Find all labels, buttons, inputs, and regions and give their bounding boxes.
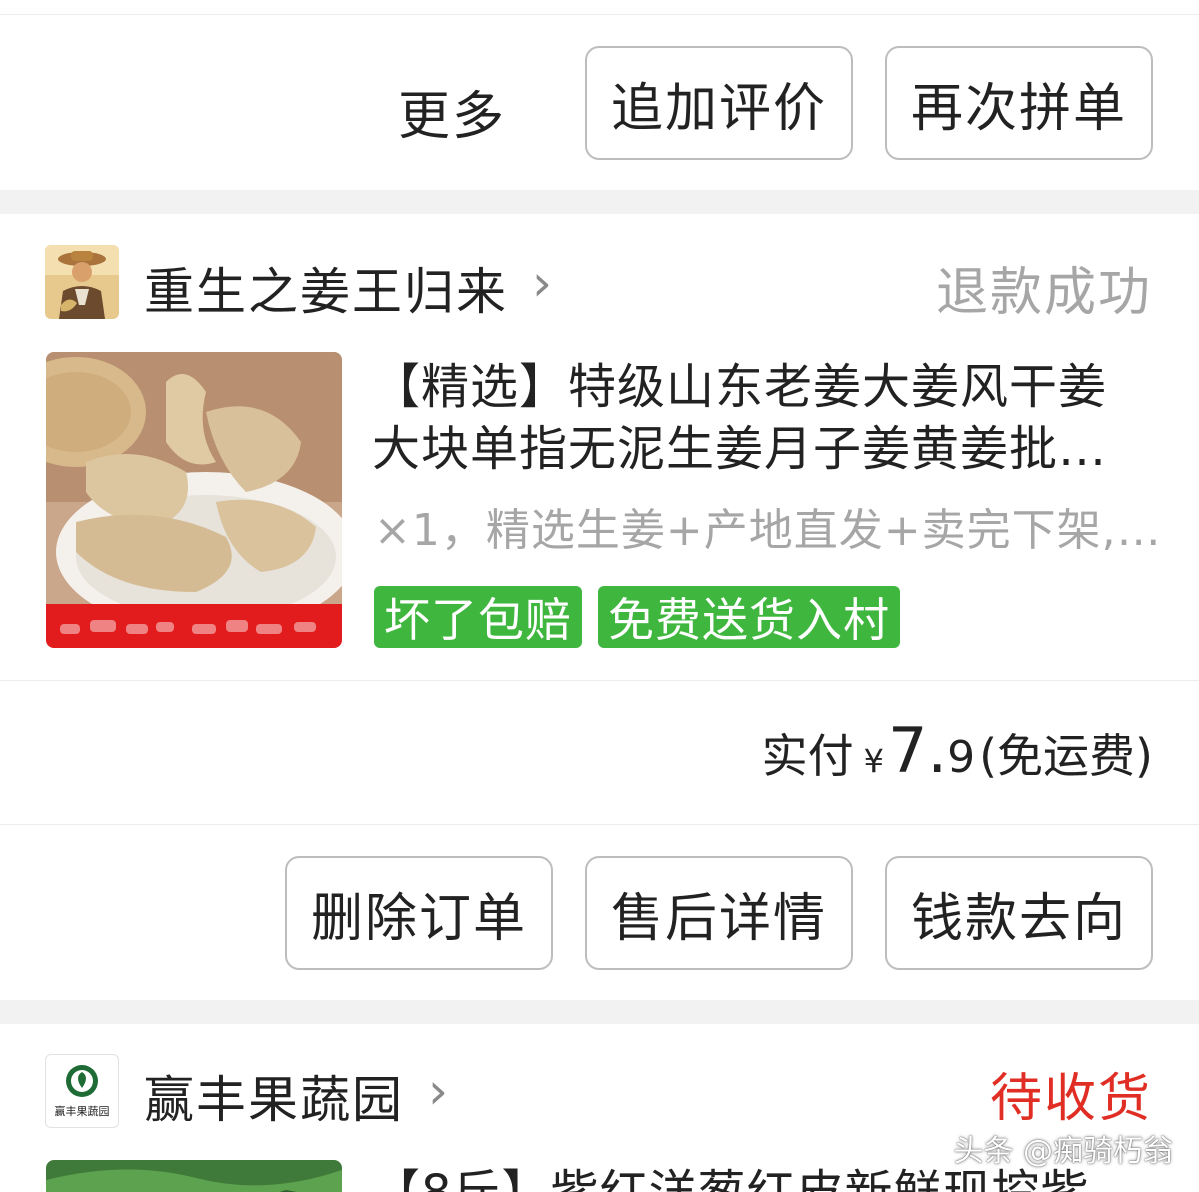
divider: [0, 14, 1199, 15]
product-title-line: 大块单指无泥生姜月子姜黄姜批…: [372, 421, 1108, 477]
chevron-right-icon[interactable]: ›: [532, 254, 552, 312]
chevron-right-icon[interactable]: ›: [428, 1062, 448, 1120]
currency-symbol: ¥: [863, 742, 884, 780]
previous-order-actions: 更多 追加评价 再次拼单: [0, 0, 1199, 190]
payment-summary: 实付 ¥ 7. 9 (免运费): [762, 714, 1153, 787]
product-title[interactable]: 【精选】特级山东老姜大姜风干姜 大块单指无泥生姜月子姜黄姜批…: [372, 356, 1162, 480]
amount-decimal: 9: [947, 732, 976, 783]
shipping-note: (免运费): [979, 729, 1153, 783]
payment-label: 实付: [761, 729, 854, 783]
watermark: 头条 @痴骑朽翁: [953, 1134, 1173, 1169]
divider: [0, 824, 1199, 825]
tag-free-village-delivery: 免费送货入村: [598, 586, 900, 648]
product-spec: ×1，精选生姜+产地直发+卖完下架,…: [374, 505, 1162, 556]
product-thumbnail[interactable]: [46, 1160, 342, 1192]
tag-damage-compensation: 坏了包赔: [374, 586, 582, 648]
more-button[interactable]: 更多: [398, 74, 506, 149]
amount-integer: 7.: [887, 714, 948, 787]
product-thumbnail[interactable]: [46, 352, 342, 648]
order-status: 待收货: [989, 1069, 1152, 1129]
store-avatar: [45, 245, 119, 319]
store-logo: 赢丰果蔬园: [45, 1054, 119, 1128]
after-sales-details-button[interactable]: 售后详情: [585, 856, 853, 970]
store-header[interactable]: 重生之姜王归来 › 退款成功: [0, 244, 1199, 334]
order-status: 退款成功: [935, 263, 1152, 323]
delete-order-button[interactable]: 删除订单: [285, 856, 553, 970]
store-name[interactable]: 赢丰果蔬园: [144, 1060, 404, 1132]
order-card[interactable]: 重生之姜王归来 › 退款成功 【精选】特级山东老姜大姜风干姜 大块单指无泥生姜月…: [0, 214, 1199, 1000]
store-name[interactable]: 重生之姜王归来: [144, 252, 508, 324]
refund-destination-button[interactable]: 钱款去向: [885, 856, 1153, 970]
product-title-line: 【精选】特级山东老姜大姜风干姜: [372, 359, 1108, 415]
store-logo-text: 赢丰果蔬园: [55, 1104, 110, 1118]
reorder-button[interactable]: 再次拼单: [885, 46, 1153, 160]
divider: [0, 680, 1199, 681]
add-review-button[interactable]: 追加评价: [585, 46, 853, 160]
